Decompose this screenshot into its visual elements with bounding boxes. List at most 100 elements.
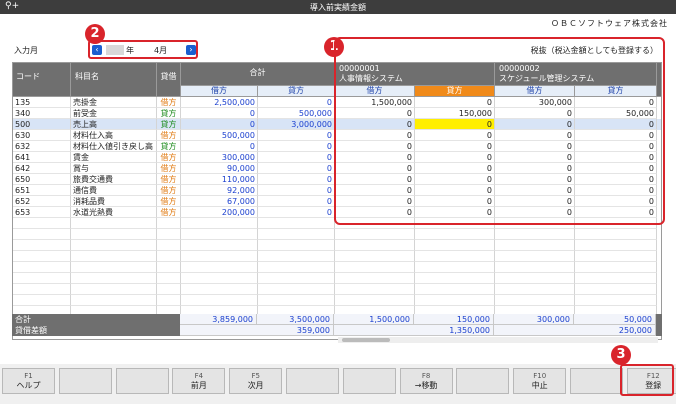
cell-dc xyxy=(157,240,181,251)
cell-s1c xyxy=(415,262,495,273)
cell-tcred xyxy=(258,295,335,306)
cell-s1d xyxy=(335,240,415,251)
cell-tdeb xyxy=(181,295,258,306)
fkey-code: F10 xyxy=(533,372,547,380)
table-row[interactable] xyxy=(13,251,661,262)
cell-code xyxy=(13,273,71,284)
fkey-empty-button[interactable] xyxy=(342,368,396,394)
cell-s1d xyxy=(335,273,415,284)
table-row[interactable] xyxy=(13,240,661,251)
cell-name: 水道光熱費 xyxy=(71,207,157,218)
next-month-button[interactable]: › xyxy=(186,45,196,55)
cell-tdeb: 110,000 xyxy=(181,174,258,185)
fkey-empty-button[interactable] xyxy=(570,368,623,394)
fkey-f5-button[interactable]: F5 次月 xyxy=(229,368,283,394)
cell-s2c xyxy=(575,229,657,240)
cell-s1c xyxy=(415,273,495,284)
window-title: 導入前実績金額 xyxy=(310,3,366,12)
cell-tcred: 0 xyxy=(258,185,335,196)
fkey-label: →移動 xyxy=(414,381,438,390)
cell-s2d xyxy=(495,284,575,295)
cell-name xyxy=(71,251,157,262)
system-columns-highlight xyxy=(334,37,665,225)
diff-system-2: 250,000 xyxy=(494,325,656,336)
cell-tdeb xyxy=(181,262,258,273)
cell-tdeb xyxy=(181,284,258,295)
cell-name xyxy=(71,262,157,273)
cell-dc xyxy=(157,295,181,306)
cell-name: 賃金 xyxy=(71,152,157,163)
cell-dc: 借方 xyxy=(157,97,181,108)
fkey-label: 中止 xyxy=(531,381,548,390)
cell-tdeb: 0 xyxy=(181,108,258,119)
table-row[interactable] xyxy=(13,262,661,273)
month-value[interactable]: 4月 xyxy=(154,45,167,56)
fkey-empty-button[interactable] xyxy=(286,368,339,394)
total-credit: 3,500,000 xyxy=(257,314,334,325)
diff-label: 貸借差額 xyxy=(15,326,47,335)
table-row[interactable] xyxy=(13,295,661,306)
cell-s2c xyxy=(575,262,657,273)
cell-dc: 借方 xyxy=(157,207,181,218)
cell-code: 135 xyxy=(13,97,71,108)
fkey-empty-button[interactable] xyxy=(115,368,169,394)
cell-s2d xyxy=(495,295,575,306)
cell-tdeb: 200,000 xyxy=(181,207,258,218)
fkey-code: F5 xyxy=(251,372,260,380)
cell-code: 632 xyxy=(13,141,71,152)
prev-month-button[interactable]: ‹ xyxy=(92,45,102,55)
cell-dc xyxy=(157,251,181,262)
diff-system-1: 1,350,000 xyxy=(334,325,494,336)
year-suffix: 年 xyxy=(126,46,134,55)
horizontal-scrollbar[interactable] xyxy=(338,337,658,343)
cell-dc: 貸方 xyxy=(157,119,181,130)
totals-label: 合計 xyxy=(15,315,31,324)
fkey-f1-button[interactable]: F1 ヘルプ xyxy=(2,368,55,394)
fkey-f10-button[interactable]: F10 中止 xyxy=(513,368,567,394)
cell-code: 630 xyxy=(13,130,71,141)
cell-name: 材料仕入高 xyxy=(71,130,157,141)
col-header-total-debit: 借方 xyxy=(181,86,258,97)
cell-tcred: 0 xyxy=(258,130,335,141)
cell-name xyxy=(71,218,157,229)
year-field[interactable] xyxy=(106,45,124,55)
s2-total-debit: 300,000 xyxy=(494,314,574,325)
col-header-dc: 貸借 xyxy=(157,63,181,97)
cell-tdeb: 67,000 xyxy=(181,196,258,207)
cell-tdeb xyxy=(181,240,258,251)
cell-tcred: 0 xyxy=(258,163,335,174)
cell-tcred xyxy=(258,284,335,295)
table-row[interactable] xyxy=(13,229,661,240)
cell-tdeb: 92,000 xyxy=(181,185,258,196)
fkey-f8-button[interactable]: F8 →移動 xyxy=(399,368,453,394)
cell-name: 賞与 xyxy=(71,163,157,174)
title-bar: ⚲+ 導入前実績金額 xyxy=(0,0,676,14)
cell-dc: 貸方 xyxy=(157,108,181,119)
cell-s2c xyxy=(575,284,657,295)
cell-tcred: 500,000 xyxy=(258,108,335,119)
cell-code: 340 xyxy=(13,108,71,119)
cell-s1c xyxy=(415,284,495,295)
table-row[interactable] xyxy=(13,273,661,284)
month-selector: ‹ 年 4月 › xyxy=(88,40,198,59)
cell-code: 641 xyxy=(13,152,71,163)
fkey-empty-button[interactable] xyxy=(456,368,510,394)
cell-s2c xyxy=(575,273,657,284)
diff-total: 359,000 xyxy=(180,325,334,336)
table-row[interactable] xyxy=(13,284,661,295)
cell-tcred xyxy=(258,251,335,262)
cell-name xyxy=(71,273,157,284)
callout-badge: 2 xyxy=(85,24,105,44)
fkey-f4-button[interactable]: F4 前月 xyxy=(172,368,226,394)
cell-dc xyxy=(157,273,181,284)
callout-badge: 3 xyxy=(611,345,631,365)
cell-tcred xyxy=(258,218,335,229)
fkey-empty-button[interactable] xyxy=(58,368,112,394)
scrollbar-thumb[interactable] xyxy=(342,338,390,342)
cell-s1d xyxy=(335,262,415,273)
cell-tcred: 0 xyxy=(258,141,335,152)
cell-dc xyxy=(157,284,181,295)
s1-total-debit: 1,500,000 xyxy=(334,314,414,325)
cell-s2c xyxy=(575,251,657,262)
cell-s2d xyxy=(495,273,575,284)
